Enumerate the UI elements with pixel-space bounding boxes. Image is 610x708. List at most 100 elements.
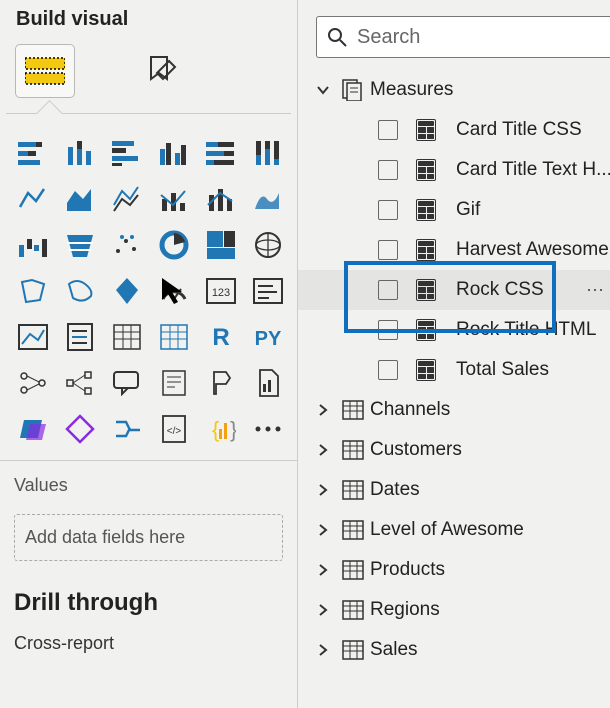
viz-custom-a[interactable] bbox=[106, 408, 148, 450]
checkbox[interactable] bbox=[378, 360, 398, 380]
build-visual-title: Build visual bbox=[0, 0, 297, 41]
measure-item[interactable]: Card Title Text H... bbox=[298, 150, 610, 190]
viz-r[interactable]: R bbox=[200, 316, 242, 358]
drill-through-title: Drill through bbox=[0, 565, 297, 629]
viz-map[interactable] bbox=[247, 224, 289, 266]
measure-item[interactable]: Rock Title HTML bbox=[298, 310, 610, 350]
viz-shape-map[interactable] bbox=[59, 270, 101, 312]
viz-gauge[interactable] bbox=[153, 270, 195, 312]
viz-slicer[interactable] bbox=[59, 316, 101, 358]
viz-paginated[interactable] bbox=[247, 362, 289, 404]
viz-100-stacked-bar[interactable] bbox=[200, 132, 242, 174]
build-visual-tab[interactable] bbox=[16, 45, 74, 97]
svg-text:}: } bbox=[230, 417, 236, 442]
viz-card[interactable]: 123 bbox=[200, 270, 242, 312]
measure-item[interactable]: Harvest Awesome bbox=[298, 230, 610, 270]
viz-goals[interactable] bbox=[200, 362, 242, 404]
checkbox[interactable] bbox=[378, 280, 398, 300]
viz-get-more[interactable]: {} bbox=[200, 408, 242, 450]
viz-funnel[interactable] bbox=[59, 224, 101, 266]
checkbox[interactable] bbox=[378, 320, 398, 340]
table-item[interactable]: Sales bbox=[298, 630, 610, 670]
viz-stacked-column[interactable] bbox=[59, 132, 101, 174]
table-icon bbox=[342, 600, 364, 620]
values-dropzone[interactable]: Add data fields here bbox=[14, 514, 283, 561]
table-label: Sales bbox=[370, 639, 610, 661]
measure-item[interactable]: Rock CSS ⋯ bbox=[298, 270, 610, 310]
viz-waterfall[interactable] bbox=[12, 224, 54, 266]
table-item[interactable]: Regions bbox=[298, 590, 610, 630]
viz-ribbon[interactable] bbox=[247, 178, 289, 220]
viz-clustered-bar[interactable] bbox=[106, 132, 148, 174]
measure-item[interactable]: Card Title CSS bbox=[298, 110, 610, 150]
table-item[interactable]: Products bbox=[298, 550, 610, 590]
calculator-icon bbox=[416, 279, 436, 301]
viz-stacked-area[interactable] bbox=[106, 178, 148, 220]
table-label: Customers bbox=[370, 439, 610, 461]
build-tabs bbox=[0, 41, 297, 101]
tree-group-measures[interactable]: Measures bbox=[298, 70, 610, 110]
viz-line-column[interactable] bbox=[153, 178, 195, 220]
checkbox[interactable] bbox=[378, 160, 398, 180]
format-visual-tab[interactable] bbox=[134, 45, 192, 97]
viz-python[interactable]: PY bbox=[247, 316, 289, 358]
table-item[interactable]: Customers bbox=[298, 430, 610, 470]
measure-label: Harvest Awesome bbox=[456, 239, 610, 261]
checkbox[interactable] bbox=[378, 120, 398, 140]
viz-more-icon[interactable] bbox=[247, 408, 289, 450]
viz-line[interactable] bbox=[12, 178, 54, 220]
viz-multi-card[interactable] bbox=[247, 270, 289, 312]
calculator-icon bbox=[416, 359, 436, 381]
viz-line-stacked-column[interactable] bbox=[200, 178, 242, 220]
viz-pie[interactable] bbox=[153, 224, 195, 266]
measure-label: Gif bbox=[456, 199, 610, 221]
viz-treemap[interactable] bbox=[200, 224, 242, 266]
measure-label: Rock Title HTML bbox=[456, 319, 610, 341]
measure-item[interactable]: Gif bbox=[298, 190, 610, 230]
viz-key-influencers[interactable] bbox=[12, 362, 54, 404]
table-icon bbox=[342, 400, 364, 420]
measure-label: Card Title Text H... bbox=[456, 159, 610, 181]
table-icon bbox=[342, 440, 364, 460]
viz-html[interactable]: </> bbox=[153, 408, 195, 450]
viz-narrative[interactable] bbox=[153, 362, 195, 404]
checkbox[interactable] bbox=[378, 200, 398, 220]
table-item[interactable]: Dates bbox=[298, 470, 610, 510]
viz-power-apps[interactable] bbox=[12, 408, 54, 450]
table-item[interactable]: Channels bbox=[298, 390, 610, 430]
table-label: Channels bbox=[370, 399, 610, 421]
checkbox[interactable] bbox=[378, 240, 398, 260]
search-box[interactable]: Search bbox=[316, 16, 610, 58]
svg-text:{: { bbox=[212, 417, 219, 442]
more-icon[interactable]: ⋯ bbox=[586, 280, 610, 301]
viz-decomposition-tree[interactable] bbox=[59, 362, 101, 404]
table-icon bbox=[342, 640, 364, 660]
chevron-right-icon bbox=[316, 443, 336, 457]
calculator-icon bbox=[416, 159, 436, 181]
calculator-icon bbox=[416, 239, 436, 261]
chevron-down-icon bbox=[316, 83, 336, 97]
measure-label: Card Title CSS bbox=[456, 119, 610, 141]
viz-power-automate[interactable] bbox=[59, 408, 101, 450]
viz-azure-map[interactable] bbox=[106, 270, 148, 312]
svg-text:R: R bbox=[212, 324, 229, 351]
viz-area[interactable] bbox=[59, 178, 101, 220]
viz-qa[interactable] bbox=[106, 362, 148, 404]
viz-table[interactable] bbox=[106, 316, 148, 358]
svg-text:</>: </> bbox=[167, 426, 182, 437]
chevron-right-icon bbox=[316, 563, 336, 577]
viz-filled-map[interactable] bbox=[12, 270, 54, 312]
table-label: Regions bbox=[370, 599, 610, 621]
viz-kpi[interactable] bbox=[12, 316, 54, 358]
measures-icon bbox=[342, 79, 364, 101]
viz-scatter[interactable] bbox=[106, 224, 148, 266]
table-item[interactable]: Level of Awesome bbox=[298, 510, 610, 550]
viz-stacked-bar[interactable] bbox=[12, 132, 54, 174]
calculator-icon bbox=[416, 119, 436, 141]
calculator-icon bbox=[416, 319, 436, 341]
viz-clustered-column[interactable] bbox=[153, 132, 195, 174]
measure-item[interactable]: Total Sales bbox=[298, 350, 610, 390]
viz-matrix[interactable] bbox=[153, 316, 195, 358]
cross-report-label: Cross-report bbox=[0, 629, 297, 658]
viz-100-stacked-column[interactable] bbox=[247, 132, 289, 174]
